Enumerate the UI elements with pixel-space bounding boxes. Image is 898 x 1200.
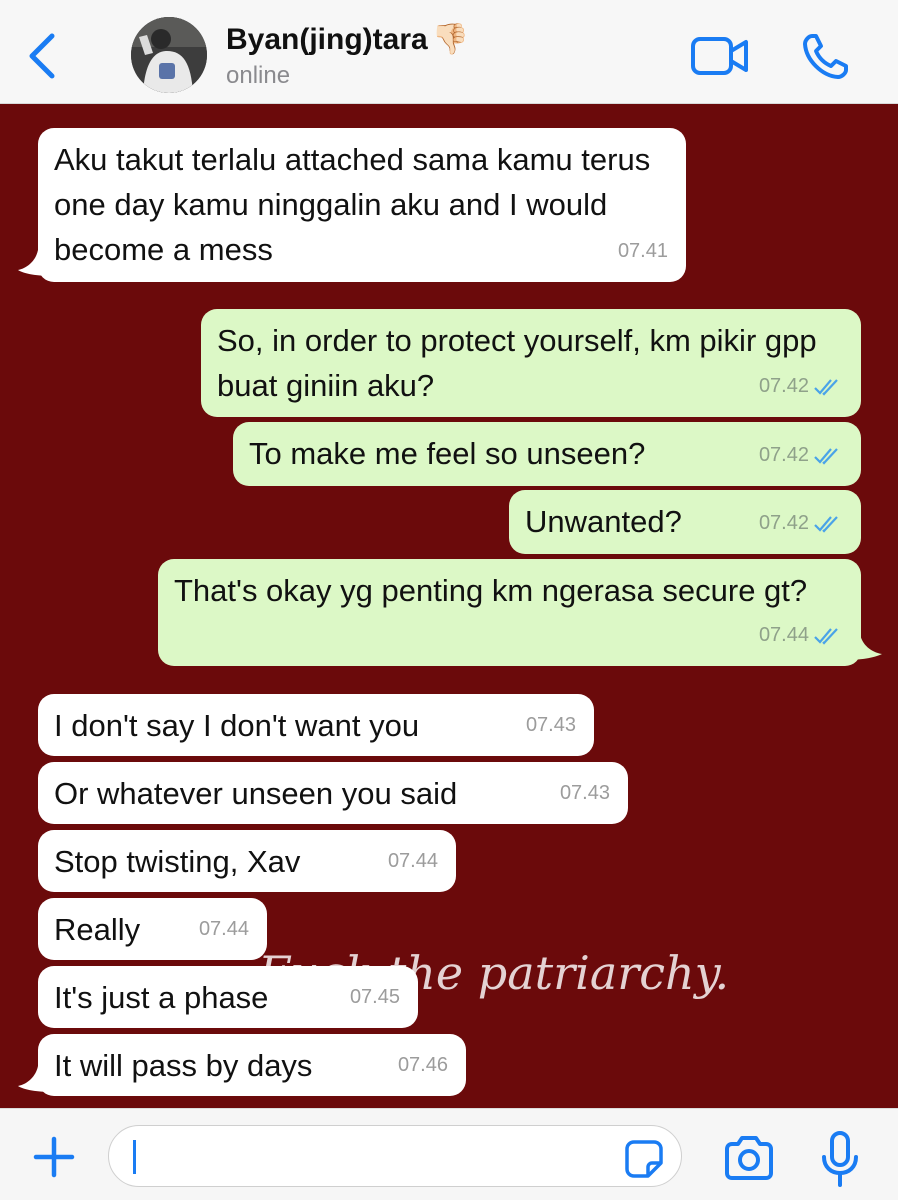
message-time: 07.41 [617,240,668,262]
message-incoming[interactable]: I don't say I don't want you 07.43 [38,694,594,756]
bubble-tail [846,634,882,660]
contact-avatar[interactable] [131,17,207,93]
message-time: 07.44 [387,850,438,872]
sticker-icon [625,1140,663,1178]
microphone-button[interactable] [820,1131,860,1187]
sticker-button[interactable] [624,1139,664,1179]
bubble-tail [18,1066,52,1092]
message-text: Stop twisting, Xav [54,844,301,879]
double-check-icon [814,627,838,645]
message-text: Really [54,912,141,947]
message-time: 07.43 [559,782,610,804]
chevron-left-icon [29,33,55,79]
message-time: 07.43 [525,714,576,736]
message-outgoing[interactable]: Unwanted? 07.42 [509,490,861,554]
text-caret [133,1140,136,1174]
camera-icon [725,1136,773,1180]
message-text: I don't say I don't want you [54,708,420,743]
microphone-icon [822,1131,858,1187]
message-text: Or whatever unseen you said [54,776,458,811]
message-outgoing[interactable]: To make me feel so unseen? 07.42 [233,422,861,486]
message-incoming[interactable]: It will pass by days 07.46 [38,1034,466,1096]
chat-area[interactable]: Fuck the patriarchy. Aku takut terlalu a… [0,104,898,1108]
double-check-icon [814,378,838,396]
message-incoming[interactable]: Or whatever unseen you said 07.43 [38,762,628,824]
message-incoming[interactable]: Really 07.44 [38,898,267,960]
thumbs-down-emoji: 👎🏻 [431,23,470,56]
message-time: 07.46 [397,1054,448,1076]
message-time: 07.45 [349,986,400,1008]
message-incoming[interactable]: Stop twisting, Xav 07.44 [38,830,456,892]
message-time: 07.42 [758,444,809,466]
back-button[interactable] [22,30,62,82]
message-text: Aku takut terlalu attached sama kamu ter… [54,142,651,267]
video-call-button[interactable] [690,34,750,78]
double-check-icon [814,447,838,465]
attach-button[interactable] [30,1133,78,1181]
message-text: It's just a phase [54,980,269,1015]
contact-name-text: Byan(jing)tara [226,22,428,56]
bubble-tail [18,250,52,276]
phone-icon [803,34,848,79]
message-text: So, in order to protect yourself, km pik… [217,323,817,403]
composer-bar [0,1108,898,1200]
message-text: It will pass by days [54,1048,313,1083]
message-time: 07.42 [758,375,809,397]
contact-name[interactable]: Byan(jing)tara 👎🏻 [226,22,469,57]
camera-button[interactable] [722,1135,776,1181]
message-text: Unwanted? [525,504,682,539]
message-incoming[interactable]: It's just a phase 07.45 [38,966,418,1028]
message-outgoing[interactable]: So, in order to protect yourself, km pik… [201,309,861,417]
message-input[interactable] [108,1125,682,1187]
message-time: 07.44 [198,918,249,940]
message-time: 07.42 [758,512,809,534]
message-time: 07.44 [758,624,809,646]
voice-call-button[interactable] [800,32,850,82]
video-camera-icon [691,37,748,75]
contact-status: online [226,62,291,89]
chat-header: Byan(jing)tara 👎🏻 online [0,0,898,104]
message-text: To make me feel so unseen? [249,436,646,471]
message-text: That's okay yg penting km ngerasa secure… [174,573,808,608]
double-check-icon [814,515,838,533]
message-outgoing[interactable]: That's okay yg penting km ngerasa secure… [158,559,861,666]
message-incoming[interactable]: Aku takut terlalu attached sama kamu ter… [38,128,686,282]
plus-icon [33,1136,75,1178]
